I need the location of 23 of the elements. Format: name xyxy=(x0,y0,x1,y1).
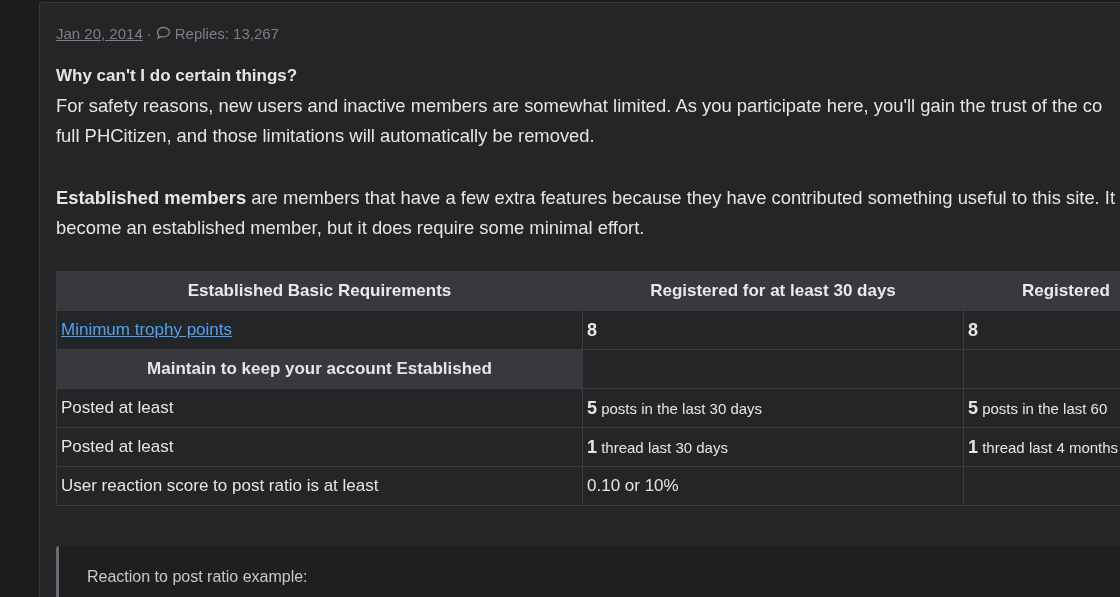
section-header-cell: Maintain to keep your account Established xyxy=(56,349,583,389)
table-cell: Posted at least xyxy=(56,427,583,467)
column-header: Registered for at least 30 days xyxy=(582,271,964,311)
table-cell: 1 thread last 4 months xyxy=(963,427,1120,467)
table-cell: 5 posts in the last 30 days xyxy=(582,388,964,428)
separator: · xyxy=(146,24,152,42)
table-cell: 5 posts in the last 60 xyxy=(963,388,1120,428)
paragraph: For safety reasons, new users and inactive members are somewhat limited. As you participate here, you'll gain the trust of the co full PHCitizen, and those limitations will automatically be removed. xyxy=(56,94,1104,148)
column-header: Established Basic Requirements xyxy=(56,271,583,311)
table-cell: 8 xyxy=(963,310,1120,350)
table-cell: User reaction score to post ratio is at least xyxy=(56,466,583,506)
paragraph: Established members are members that have a few extra features because they have contributed something useful to this site. It become an established member, but it does require some minimal effort. xyxy=(56,186,1117,240)
quote-text: Reaction to post ratio example: xyxy=(87,568,308,585)
table-cell: 8 xyxy=(582,310,964,350)
replies-count: Replies: 13,267 xyxy=(174,24,279,42)
post-date-link[interactable]: Jan 20, 2014 xyxy=(56,24,143,42)
table-cell: 1 thread last 30 days xyxy=(582,427,964,467)
speech-bubble-icon xyxy=(155,26,171,40)
table-cell: 0.10 or 10% xyxy=(582,466,964,506)
table-cell: Posted at least xyxy=(56,388,583,428)
column-header: Registered xyxy=(963,271,1120,311)
section-heading: Why can't I do certain things? xyxy=(56,65,299,87)
requirement-link[interactable]: Minimum trophy points xyxy=(61,320,232,339)
